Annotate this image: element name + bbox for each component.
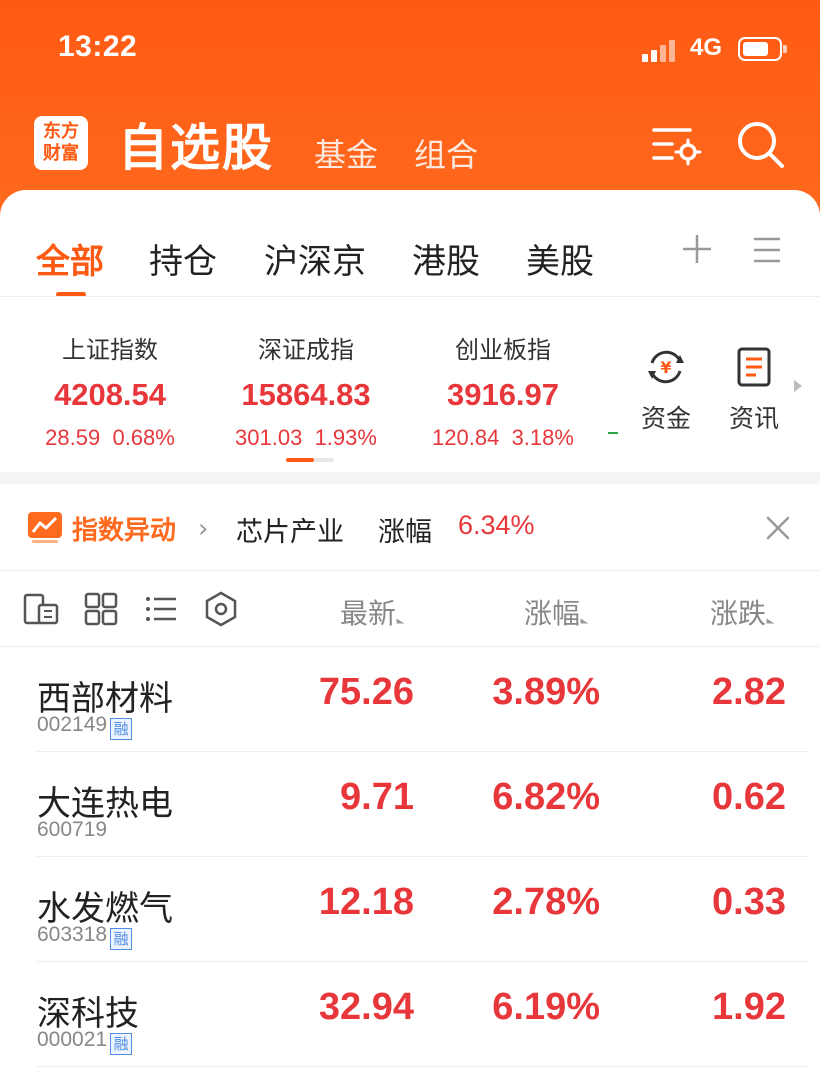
stock-change: 0.33 [712,881,786,923]
table-row[interactable]: 大连热电 600719 9.71 6.82% 0.62 [0,752,820,857]
stock-change: 1.92 [712,986,786,1028]
alert-title: 指数异动 [72,516,177,546]
chevron-right-icon: › [198,514,209,544]
page-indicator [286,458,334,462]
page-title[interactable]: 自选股 [118,108,274,180]
stock-code: 000021 [37,1028,108,1051]
news-doc-icon [737,347,771,387]
stock-code: 002149 [37,713,108,736]
signal-icon [642,38,682,62]
add-icon[interactable] [680,232,714,266]
stock-price: 12.18 [318,881,414,923]
stock-price: 9.71 [340,776,414,818]
capital-flow-button[interactable]: ¥ 资金 [634,345,698,435]
column-header-change[interactable]: 涨跌 [710,592,775,632]
news-button[interactable]: 资讯 [722,345,786,435]
column-header-latest[interactable]: 最新 [340,592,405,632]
menu-icon[interactable] [752,236,782,264]
table-row[interactable]: 西部材料 002149 融 75.26 3.89% 2.82 [0,647,820,752]
index-card-shenzhen[interactable]: 深证成指 15864.83 301.03 1.93% [218,330,394,451]
margin-badge: 融 [110,718,133,740]
divider [0,296,820,297]
alert-sector: 芯片产业 [236,517,344,548]
alert-value: 6.34% [458,510,535,540]
tab-all[interactable]: 全部 [36,234,104,283]
index-card-shanghai[interactable]: 上证指数 4208.54 28.59 0.68% [26,330,194,451]
margin-badge: 融 [110,1033,133,1055]
network-type: 4G [690,34,723,61]
tab-us[interactable]: 美股 [526,234,594,283]
alert-metric: 涨幅 [378,517,432,548]
partial-index-indicator [608,432,618,434]
stock-change: 0.62 [712,776,786,818]
stock-code: 600719 [37,818,108,841]
stock-change-pct: 3.89% [492,671,600,713]
list-settings-icon[interactable] [650,118,702,170]
margin-badge: 融 [110,928,133,950]
grid-view-icon[interactable] [82,590,120,628]
chevron-right-icon[interactable] [794,380,802,392]
stock-price: 75.26 [318,671,414,713]
index-card-chinext[interactable]: 创业板指 3916.97 120.84 3.18% [414,330,592,451]
nav-portfolio[interactable]: 组合 [414,130,478,176]
status-time: 13:22 [58,30,138,63]
divider [0,570,820,571]
stock-price: 32.94 [318,986,414,1028]
yuan-cycle-icon: ¥ [648,350,684,384]
search-icon[interactable] [734,118,786,170]
status-bar: 13:22 4G [0,0,820,100]
table-row[interactable]: 水发燃气 603318 融 12.18 2.78% 0.33 [0,857,820,962]
column-header-change-pct[interactable]: 涨幅 [524,592,589,632]
svg-text:¥: ¥ [660,358,671,377]
app-logo: 东方 财富 [34,116,88,170]
stock-code: 603318 [37,923,108,946]
stock-change-pct: 6.19% [492,986,600,1028]
stock-change: 2.82 [712,671,786,713]
close-icon[interactable] [764,514,792,542]
stock-change-pct: 6.82% [492,776,600,818]
settings-hex-icon[interactable] [202,590,240,628]
battery-icon [738,37,787,61]
section-gap [0,472,820,484]
list-view-icon[interactable] [142,590,180,628]
stock-board-icon[interactable] [22,590,60,628]
nav-fund[interactable]: 基金 [314,130,378,176]
tab-a-shares[interactable]: 沪深京 [264,234,366,283]
trend-chart-icon [28,512,62,543]
stock-change-pct: 2.78% [492,881,600,923]
tab-holdings[interactable]: 持仓 [149,234,217,283]
tab-hk[interactable]: 港股 [412,234,480,283]
row-divider [37,1066,808,1067]
table-row[interactable]: 深科技 000021 融 32.94 6.19% 1.92 [0,962,820,1067]
